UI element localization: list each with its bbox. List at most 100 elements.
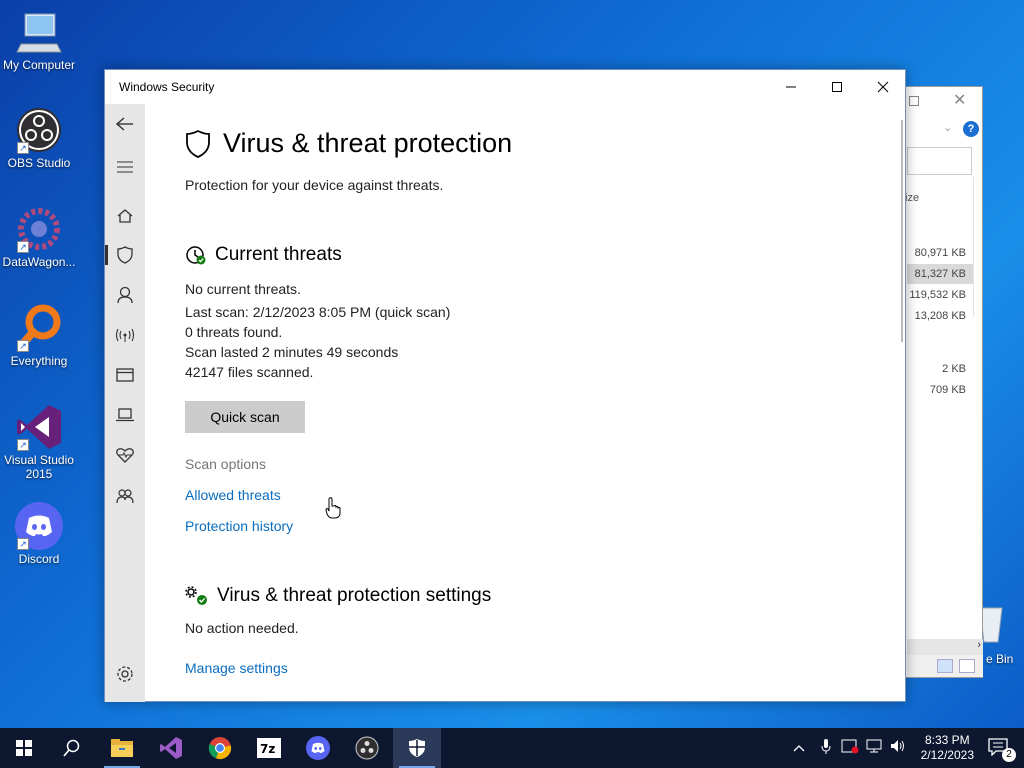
chevron-down-icon[interactable]: ⌄ bbox=[943, 121, 952, 134]
maximize-icon[interactable] bbox=[909, 96, 919, 106]
page-title-text: Virus & threat protection bbox=[223, 128, 513, 158]
manage-settings-link[interactable]: Manage settings bbox=[185, 660, 288, 676]
search-input[interactable] bbox=[907, 147, 972, 175]
scan-duration-line: Scan lasted 2 minutes 49 seconds bbox=[185, 344, 399, 360]
menu-button[interactable] bbox=[105, 149, 145, 185]
svg-text:7z: 7z bbox=[260, 742, 275, 756]
taskbar-windows-security[interactable] bbox=[393, 728, 441, 768]
windows-security-window[interactable]: Windows Security Virus & threat protecti… bbox=[104, 69, 906, 702]
visual-studio-icon: ↗ bbox=[15, 403, 63, 451]
file-size: 13,208 KB bbox=[914, 310, 966, 322]
current-threats-heading-text: Current threats bbox=[215, 244, 342, 265]
sidebar-item-app-browser-control[interactable] bbox=[105, 357, 145, 393]
heart-pulse-icon bbox=[116, 448, 134, 463]
desktop-icon-everything[interactable]: ↗ Everything bbox=[0, 304, 78, 368]
taskbar-file-explorer[interactable] bbox=[98, 728, 146, 768]
action-center-button[interactable]: 2 bbox=[988, 738, 1016, 762]
clock-time: 8:33 PM bbox=[924, 733, 970, 747]
computer-icon bbox=[15, 8, 63, 56]
clock-date: 2/12/2023 bbox=[920, 748, 974, 762]
help-icon[interactable]: ? bbox=[963, 121, 979, 137]
shortcut-arrow-icon: ↗ bbox=[17, 241, 29, 253]
network-antenna-icon bbox=[116, 328, 134, 342]
sidebar-item-device-health[interactable] bbox=[105, 437, 145, 473]
system-clock[interactable]: 8:33 PM 2/12/2023 bbox=[921, 733, 974, 763]
volume-icon[interactable] bbox=[886, 738, 910, 759]
minimize-button[interactable] bbox=[768, 70, 814, 104]
obs-icon bbox=[355, 736, 379, 760]
close-icon bbox=[877, 81, 889, 93]
desktop-icon-visual-studio[interactable]: ↗ Visual Studio 2015 bbox=[0, 403, 78, 481]
maximize-button[interactable] bbox=[814, 70, 860, 104]
navigation-sidebar bbox=[105, 104, 145, 702]
taskbar-chrome[interactable] bbox=[196, 728, 244, 768]
system-tray bbox=[790, 728, 910, 768]
file-explorer-icon bbox=[111, 739, 133, 757]
last-scan-line: Last scan: 2/12/2023 8:05 PM (quick scan… bbox=[185, 304, 451, 320]
chevron-right-icon[interactable]: › bbox=[977, 639, 981, 651]
visual-studio-icon bbox=[160, 737, 182, 759]
browser-window-icon bbox=[116, 368, 134, 382]
desktop-icon-obs[interactable]: ↗ OBS Studio bbox=[0, 106, 78, 170]
status-bar bbox=[907, 655, 983, 677]
datawagon-icon: ↗ bbox=[15, 205, 63, 253]
desktop-icon-label: My Computer bbox=[2, 58, 76, 72]
back-arrow-icon bbox=[116, 117, 133, 131]
file-size: 709 KB bbox=[929, 384, 966, 396]
discord-icon bbox=[306, 736, 330, 760]
desktop-icon-label: Everything bbox=[10, 354, 68, 368]
allowed-threats-link[interactable]: Allowed threats bbox=[185, 487, 281, 503]
taskbar-discord[interactable] bbox=[294, 728, 342, 768]
scan-options-link[interactable]: Scan options bbox=[185, 456, 266, 472]
desktop-icon-my-computer[interactable]: My Computer bbox=[0, 8, 78, 72]
security-alert-icon[interactable] bbox=[838, 738, 862, 759]
desktop-icon-datawagon[interactable]: ↗ DataWagon... bbox=[0, 205, 78, 269]
discord-icon: ↗ bbox=[15, 502, 63, 550]
file-size: 80,971 KB bbox=[914, 247, 966, 259]
sidebar-item-firewall[interactable] bbox=[105, 317, 145, 353]
vertical-scrollbar[interactable] bbox=[901, 120, 903, 342]
hamburger-menu-icon bbox=[117, 161, 133, 173]
network-icon[interactable] bbox=[862, 738, 886, 759]
close-button[interactable] bbox=[860, 70, 906, 104]
search-button[interactable] bbox=[48, 728, 96, 768]
person-icon bbox=[117, 286, 133, 304]
desktop-icon-discord[interactable]: ↗ Discord bbox=[0, 502, 78, 566]
quick-scan-button[interactable]: Quick scan bbox=[185, 401, 305, 433]
settings-heading: Virus & threat protection settings bbox=[185, 585, 491, 607]
title-bar[interactable]: Windows Security bbox=[105, 70, 905, 104]
sidebar-item-family-options[interactable] bbox=[105, 478, 145, 514]
shield-icon bbox=[117, 246, 133, 264]
desktop-icon-label: Visual Studio 2015 bbox=[4, 453, 74, 481]
details-view-icon[interactable] bbox=[937, 659, 953, 673]
shortcut-arrow-icon: ↗ bbox=[17, 439, 29, 451]
sidebar-item-virus-protection[interactable] bbox=[105, 237, 145, 273]
settings-status: No action needed. bbox=[185, 620, 299, 636]
start-button[interactable] bbox=[0, 728, 48, 768]
page-title: Virus & threat protection bbox=[185, 128, 512, 159]
column-header-size[interactable]: ize bbox=[905, 192, 919, 204]
minimize-icon bbox=[786, 86, 796, 88]
back-button[interactable] bbox=[105, 106, 145, 142]
file-size: 81,327 KB bbox=[914, 268, 966, 280]
horizontal-scrollbar[interactable]: › bbox=[907, 639, 983, 655]
taskbar-7zip[interactable]: 7z bbox=[245, 728, 293, 768]
sidebar-item-device-security[interactable] bbox=[105, 397, 145, 433]
protection-history-link[interactable]: Protection history bbox=[185, 518, 293, 534]
hand-cursor-icon bbox=[325, 497, 341, 524]
desktop-icon-label: OBS Studio bbox=[7, 156, 71, 170]
show-hidden-icons-icon[interactable] bbox=[790, 739, 808, 757]
close-icon[interactable]: ✕ bbox=[953, 90, 966, 110]
current-threats-heading: Current threats bbox=[185, 244, 342, 266]
desktop-icon-label: Discord bbox=[18, 552, 60, 566]
microphone-icon[interactable] bbox=[814, 738, 838, 759]
desktop-icon-label: DataWagon... bbox=[2, 255, 76, 269]
shortcut-arrow-icon: ↗ bbox=[17, 340, 29, 352]
large-icons-view-icon[interactable] bbox=[959, 659, 975, 673]
taskbar-visual-studio[interactable] bbox=[147, 728, 195, 768]
obs-icon: ↗ bbox=[15, 106, 63, 154]
taskbar-obs[interactable] bbox=[343, 728, 391, 768]
sidebar-item-account-protection[interactable] bbox=[105, 277, 145, 313]
sidebar-item-home[interactable] bbox=[105, 198, 145, 234]
settings-button[interactable] bbox=[105, 656, 145, 692]
